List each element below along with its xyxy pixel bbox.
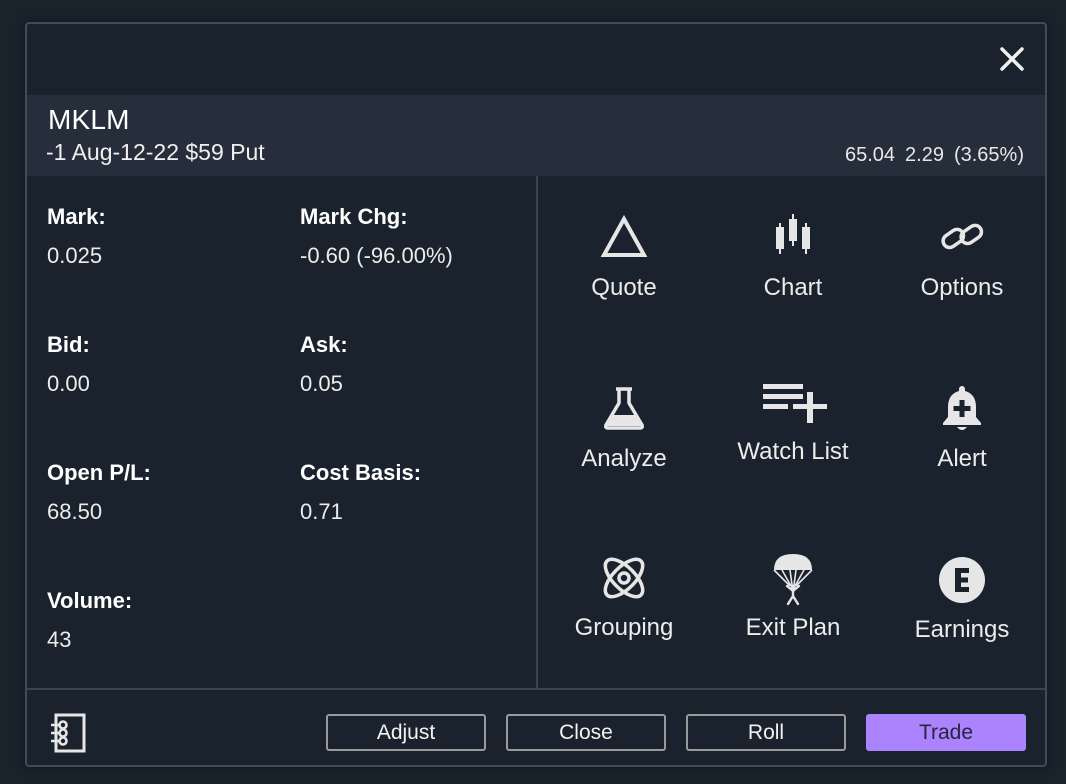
action-label: Options	[920, 274, 1004, 301]
field-label: Mark Chg:	[300, 204, 408, 229]
field-label: Open P/L:	[47, 460, 151, 485]
footer-bar: Adjust Close Roll Trade	[27, 688, 1045, 765]
action-analyze[interactable]: Analyze	[539, 381, 709, 491]
field-value: 0.71	[300, 499, 343, 524]
field-label: Ask:	[300, 332, 348, 357]
list-add-icon	[763, 384, 827, 423]
position-description: -1 Aug-12-22 $59 Put	[46, 139, 265, 165]
notebook-icon[interactable]	[47, 712, 87, 754]
action-label: Alert	[937, 445, 987, 472]
field-ask: Ask: 0.05	[300, 332, 540, 397]
field-mark: Mark: 0.025	[47, 204, 287, 269]
field-value: 0.00	[47, 371, 90, 396]
field-mark-change: Mark Chg: -0.60 (-96.00%)	[300, 204, 540, 269]
adjust-button[interactable]: Adjust	[326, 714, 486, 751]
earnings-e-icon	[939, 557, 985, 603]
field-value: 68.50	[47, 499, 103, 524]
field-value: 43	[47, 627, 72, 652]
field-label: Bid:	[47, 332, 90, 357]
field-value: -0.60 (-96.00%)	[300, 243, 453, 268]
action-watch-list[interactable]: Watch List	[708, 374, 878, 484]
action-alert[interactable]: Alert	[877, 381, 1045, 491]
atom-icon	[603, 557, 645, 599]
action-label: Grouping	[574, 614, 674, 641]
field-label: Volume:	[47, 588, 133, 613]
action-grouping[interactable]: Grouping	[539, 550, 709, 660]
action-grid: Quote Chart Options Analyze Watch List A…	[538, 176, 1045, 688]
triangle-icon	[600, 214, 648, 257]
field-label: Mark:	[47, 204, 106, 229]
percent-change: (3.65%)	[953, 144, 1024, 166]
action-label: Quote	[591, 274, 657, 301]
trade-button[interactable]: Trade	[866, 714, 1026, 751]
parachute-icon	[773, 554, 813, 606]
field-label: Cost Basis:	[300, 460, 422, 485]
action-options[interactable]: Options	[877, 210, 1045, 320]
field-cost-basis: Cost Basis: 0.71	[300, 460, 540, 525]
candlestick-icon	[776, 214, 810, 254]
chain-link-icon	[941, 223, 984, 250]
action-label: Exit Plan	[745, 614, 841, 641]
action-label: Earnings	[914, 616, 1010, 643]
field-value: 0.025	[47, 243, 103, 268]
action-label: Chart	[763, 274, 823, 301]
field-bid: Bid: 0.00	[47, 332, 287, 397]
action-quote[interactable]: Quote	[539, 210, 709, 320]
bell-plus-icon	[943, 386, 981, 430]
last-price: 65.04	[844, 144, 896, 166]
field-value: 0.05	[300, 371, 343, 396]
position-header: MKLM -1 Aug-12-22 $59 Put 65.04 2.29 (3.…	[27, 95, 1045, 176]
flask-icon	[604, 387, 644, 430]
position-details: Mark: 0.025 Mark Chg: -0.60 (-96.00%) Bi…	[27, 176, 538, 688]
underlying-quote: 65.04 2.29 (3.65%)	[845, 144, 1024, 167]
action-label: Analyze	[581, 445, 667, 472]
action-label: Watch List	[737, 438, 849, 465]
close-button[interactable]: Close	[506, 714, 666, 751]
action-chart[interactable]: Chart	[708, 210, 878, 320]
position-modal: MKLM -1 Aug-12-22 $59 Put 65.04 2.29 (3.…	[25, 22, 1047, 767]
field-volume: Volume: 43	[47, 588, 287, 653]
action-exit-plan[interactable]: Exit Plan	[708, 550, 878, 660]
net-change: 2.29	[905, 144, 944, 166]
close-icon[interactable]	[997, 44, 1027, 74]
roll-button[interactable]: Roll	[686, 714, 846, 751]
action-earnings[interactable]: Earnings	[877, 552, 1045, 662]
field-open-pl: Open P/L: 68.50	[47, 460, 287, 525]
symbol-title: MKLM	[48, 104, 130, 135]
